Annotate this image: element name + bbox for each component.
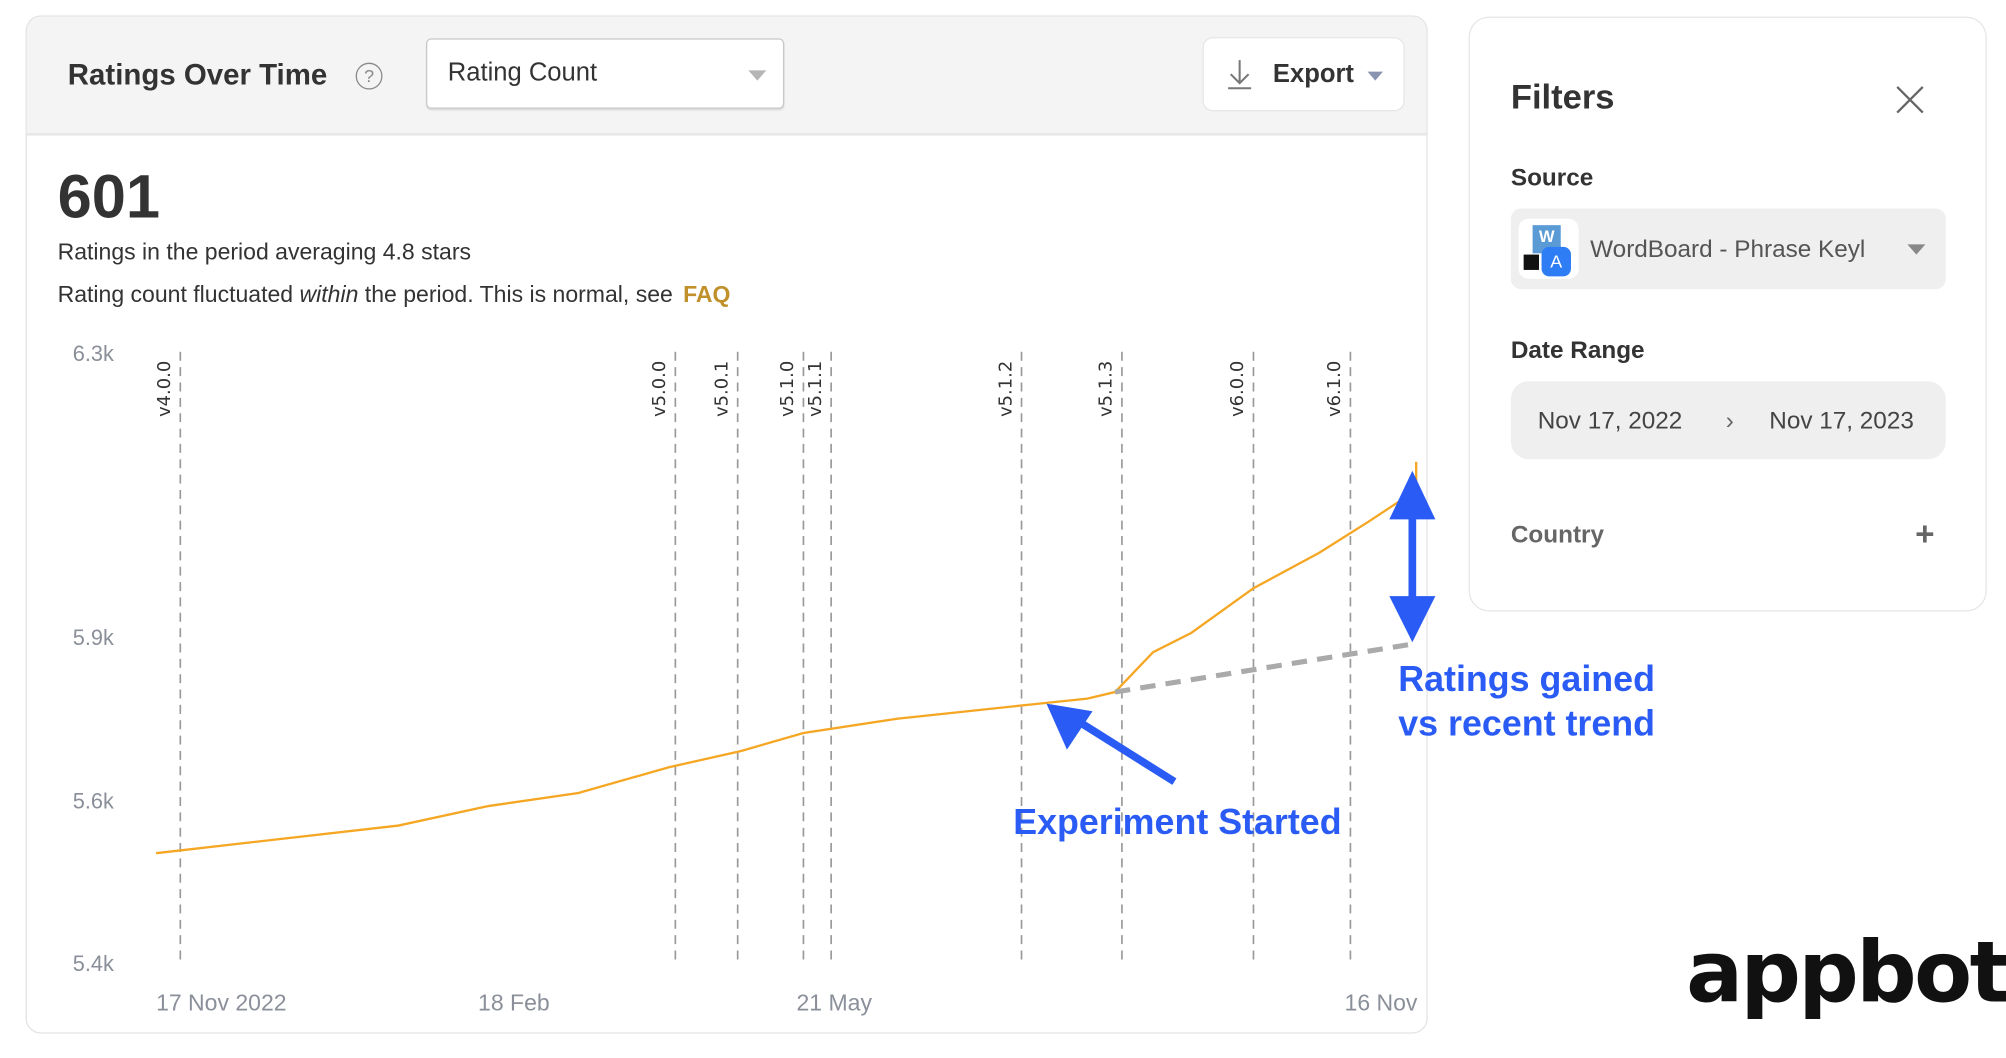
x-tick-label: 18 Feb (478, 990, 550, 1016)
release-label: v5.1.0 (777, 361, 798, 417)
release-label: v5.0.1 (711, 361, 732, 417)
date-range-label: Date Range (1510, 337, 1645, 365)
release-label: v5.1.3 (1096, 361, 1117, 417)
date-range-picker[interactable]: Nov 17, 2022 › Nov 17, 2023 (1510, 381, 1946, 460)
x-tick-label: 21 May (797, 990, 873, 1016)
date-end[interactable]: Nov 17, 2023 (1769, 408, 1914, 436)
y-tick-label: 5.4k (73, 951, 114, 976)
x-tick-label: 17 Nov 2022 (156, 990, 287, 1016)
release-label: v5.1.1 (805, 361, 826, 417)
release-label: v6.0.0 (1227, 361, 1248, 417)
release-label: v4.0.0 (154, 361, 175, 417)
filters-panel: Filters Source W A WordBoard - Phrase Ke… (1468, 16, 1987, 612)
y-tick-label: 5.9k (73, 625, 114, 650)
date-start[interactable]: Nov 17, 2022 (1538, 408, 1683, 436)
release-label: v5.1.2 (995, 361, 1016, 417)
gain-annotation: Ratings gained (1398, 659, 1655, 699)
x-tick-label: 16 Nov (1345, 990, 1418, 1016)
app-store-icon: W A (1518, 218, 1579, 279)
chevron-right-icon: › (1725, 408, 1734, 435)
close-icon[interactable] (1895, 84, 1926, 115)
source-label: Source (1510, 165, 1594, 192)
experiment-arrow (1072, 715, 1177, 785)
release-label: v5.0.0 (649, 361, 670, 417)
trend-line (1114, 640, 1417, 695)
gain-annotation: vs recent trend (1398, 704, 1655, 744)
country-filter-label[interactable]: Country (1511, 522, 1604, 550)
plus-icon[interactable]: + (1915, 514, 1934, 554)
arrow-down-icon (1389, 596, 1436, 643)
chevron-down-icon (1907, 244, 1926, 255)
arrow-up-icon (1389, 470, 1436, 520)
source-value: WordBoard - Phrase Keyl (1590, 236, 1866, 264)
appbot-logo: appbot (1686, 923, 2006, 1023)
y-tick-label: 6.3k (73, 341, 114, 366)
y-tick-label: 5.6k (73, 789, 114, 814)
experiment-annotation: Experiment Started (1013, 802, 1341, 842)
source-select[interactable]: W A WordBoard - Phrase Keyl (1510, 208, 1946, 290)
filters-title: Filters (1510, 78, 1615, 117)
release-label: v6.1.0 (1324, 361, 1345, 417)
rating-count-line (155, 461, 1418, 855)
